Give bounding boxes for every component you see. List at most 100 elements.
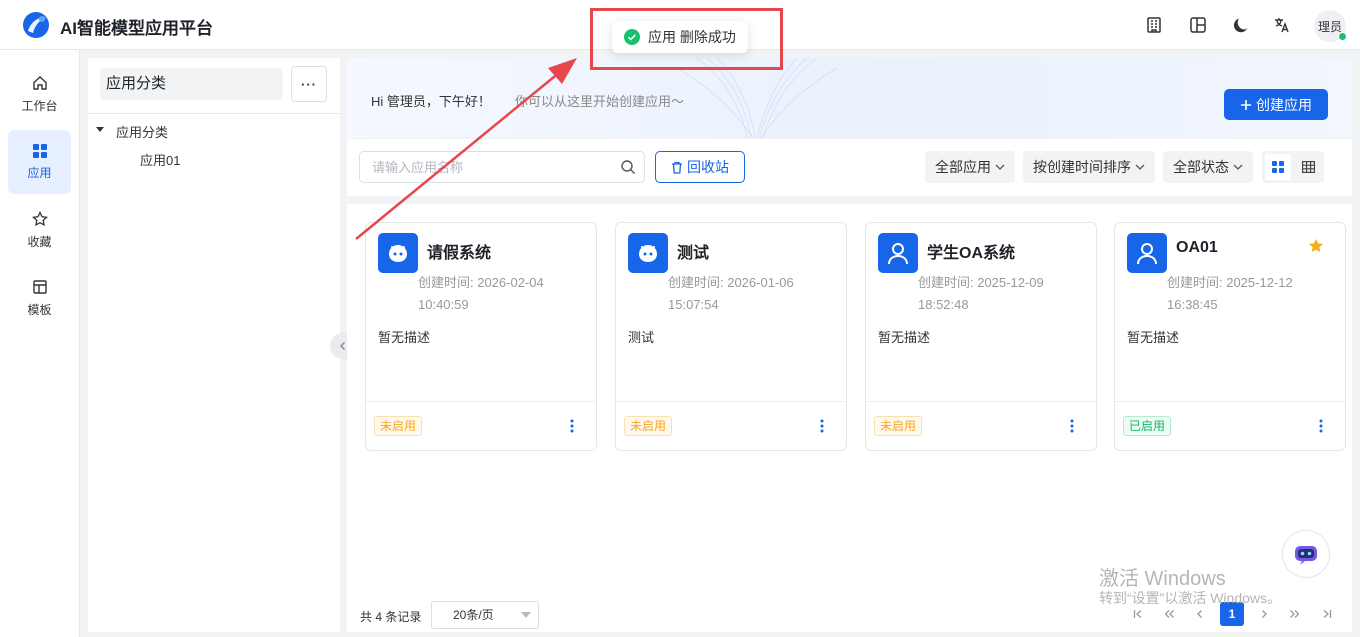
nav-item-favorites[interactable]: 收藏 <box>8 198 71 262</box>
search-icon[interactable] <box>620 159 636 175</box>
recycle-bin-label: 回收站 <box>687 159 729 175</box>
total-records: 共 4 条记录 <box>360 610 422 624</box>
moon-icon[interactable] <box>1231 15 1251 35</box>
card-description: 暂无描述 <box>1127 330 1180 345</box>
grid-view-button[interactable] <box>1265 154 1291 180</box>
double-chevron-left-icon <box>1164 610 1174 618</box>
bot-icon <box>378 233 418 273</box>
chevron-down-icon <box>995 164 1005 170</box>
more-vertical-icon[interactable] <box>814 416 830 436</box>
user-icon <box>1127 233 1167 273</box>
template-icon <box>32 279 47 294</box>
home-icon <box>32 75 47 90</box>
status-filter-label: 全部状态 <box>1173 159 1229 175</box>
nav-item-apps[interactable]: 应用 <box>8 130 71 194</box>
user-avatar[interactable]: 理员 <box>1314 10 1347 42</box>
layout-icon[interactable] <box>1188 15 1208 35</box>
banner-greeting: Hi 管理员，下午好！ <box>371 94 491 109</box>
card-description: 暂无描述 <box>878 330 931 345</box>
card-description: 暂无描述 <box>378 330 431 345</box>
status-badge: 未启用 <box>874 416 923 436</box>
more-vertical-icon[interactable] <box>564 416 580 436</box>
first-page-icon <box>1133 610 1142 618</box>
nav-item-workbench[interactable]: 工作台 <box>8 62 71 126</box>
filter-toolbar: 回收站 全部应用 按创建时间排序 全部状态 <box>347 139 1352 196</box>
app-logo-icon <box>23 12 49 38</box>
next-group-button[interactable] <box>1283 602 1307 626</box>
plus-icon <box>1241 99 1251 110</box>
welcome-banner: Hi 管理员，下午好！ 你可以从这里开始创建应用～ 创建应用 <box>347 58 1352 138</box>
category-panel: 应用分类 ··· 应用分类 应用01 <box>88 58 340 632</box>
card-created-time: 创建时间: 2025-12-12 16:38:45 <box>1167 275 1293 312</box>
card-title: OA01 <box>1176 239 1218 256</box>
star-icon <box>31 210 48 226</box>
chevron-down-icon <box>1233 164 1243 170</box>
card-title: 学生OA系统 <box>927 245 1016 262</box>
translate-icon[interactable] <box>1272 15 1292 35</box>
divider <box>366 401 596 402</box>
divider <box>866 401 1096 402</box>
create-app-button[interactable]: 创建应用 <box>1224 89 1328 120</box>
chevron-right-icon <box>1262 610 1267 618</box>
table-view-button[interactable] <box>1295 154 1321 180</box>
success-toast: 应用 删除成功 <box>612 21 748 53</box>
app-card[interactable]: OA01 创建时间: 2025-12-12 16:38:45 暂无描述已启用 <box>1114 222 1346 451</box>
user-icon <box>878 233 918 273</box>
activation-watermark-title: 激活 Windows <box>1099 568 1226 590</box>
divider <box>616 401 846 402</box>
divider <box>1115 401 1345 402</box>
category-header: 应用分类 <box>100 68 283 100</box>
apps-grid-icon <box>32 143 47 158</box>
app-card[interactable]: 学生OA系统创建时间: 2025-12-09 18:52:48 暂无描述未启用 <box>865 222 1097 451</box>
chevron-down-icon <box>1135 164 1145 170</box>
app-title: AI智能模型应用平台 <box>60 19 213 38</box>
page-size-select[interactable]: 20条/页 <box>431 601 539 629</box>
tree-node-root[interactable]: 应用分类 <box>116 122 168 141</box>
star-filled-icon[interactable] <box>1308 238 1324 254</box>
create-app-label: 创建应用 <box>1256 96 1312 113</box>
nav-item-label: 模板 <box>27 302 52 317</box>
nav-item-label: 工作台 <box>21 98 58 113</box>
card-title: 测试 <box>677 245 710 262</box>
sort-dropdown[interactable]: 按创建时间排序 <box>1023 151 1155 183</box>
more-vertical-icon[interactable] <box>1313 416 1329 436</box>
status-filter-dropdown[interactable]: 全部状态 <box>1163 151 1253 183</box>
status-badge: 已启用 <box>1123 416 1172 436</box>
card-created-time: 创建时间: 2026-01-06 15:07:54 <box>668 275 794 312</box>
nav-item-label: 收藏 <box>27 234 52 249</box>
category-more-button[interactable]: ··· <box>291 66 327 102</box>
app-filter-label: 全部应用 <box>935 159 991 175</box>
card-created-time: 创建时间: 2026-02-04 10:40:59 <box>418 275 544 312</box>
toast-message: 应用 删除成功 <box>648 29 736 45</box>
recycle-bin-button[interactable]: 回收站 <box>655 151 745 183</box>
card-created-time: 创建时间: 2025-12-09 18:52:48 <box>918 275 1044 312</box>
nav-item-label: 应用 <box>27 165 52 180</box>
success-check-icon <box>624 29 640 45</box>
page-size-label: 20条/页 <box>453 608 494 622</box>
user-avatar-label: 理员 <box>1317 19 1342 34</box>
app-card[interactable]: 请假系统 创建时间: 2026-02-04 10:40:59 暂无描述 未启用 <box>365 222 597 451</box>
last-page-button[interactable] <box>1315 602 1339 626</box>
view-toggle <box>1262 151 1324 183</box>
bot-icon <box>628 233 668 273</box>
status-badge: 未启用 <box>374 416 423 436</box>
tree-node-child[interactable]: 应用01 <box>140 150 180 169</box>
left-nav: 工作台 应用 收藏 模板 <box>0 50 80 637</box>
banner-subtitle: 你可以从这里开始创建应用～ <box>515 94 685 109</box>
online-status-dot <box>1338 32 1347 41</box>
app-filter-dropdown[interactable]: 全部应用 <box>925 151 1015 183</box>
double-chevron-right-icon <box>1290 610 1300 618</box>
sort-label: 按创建时间排序 <box>1033 159 1131 175</box>
more-vertical-icon[interactable] <box>1064 416 1080 436</box>
nav-item-templates[interactable]: 模板 <box>8 266 71 330</box>
robot-icon <box>1295 546 1317 565</box>
chevron-left-icon <box>1197 610 1202 618</box>
search-input[interactable] <box>360 152 610 182</box>
chat-assistant-button[interactable] <box>1282 530 1330 578</box>
building-icon[interactable] <box>1144 15 1164 35</box>
caret-down-icon[interactable] <box>96 127 104 132</box>
trash-icon <box>672 161 682 174</box>
app-card[interactable]: 测试 创建时间: 2026-01-06 15:07:54 测试 未启用 <box>615 222 847 451</box>
table-view-icon <box>1301 161 1315 173</box>
divider <box>88 113 340 114</box>
